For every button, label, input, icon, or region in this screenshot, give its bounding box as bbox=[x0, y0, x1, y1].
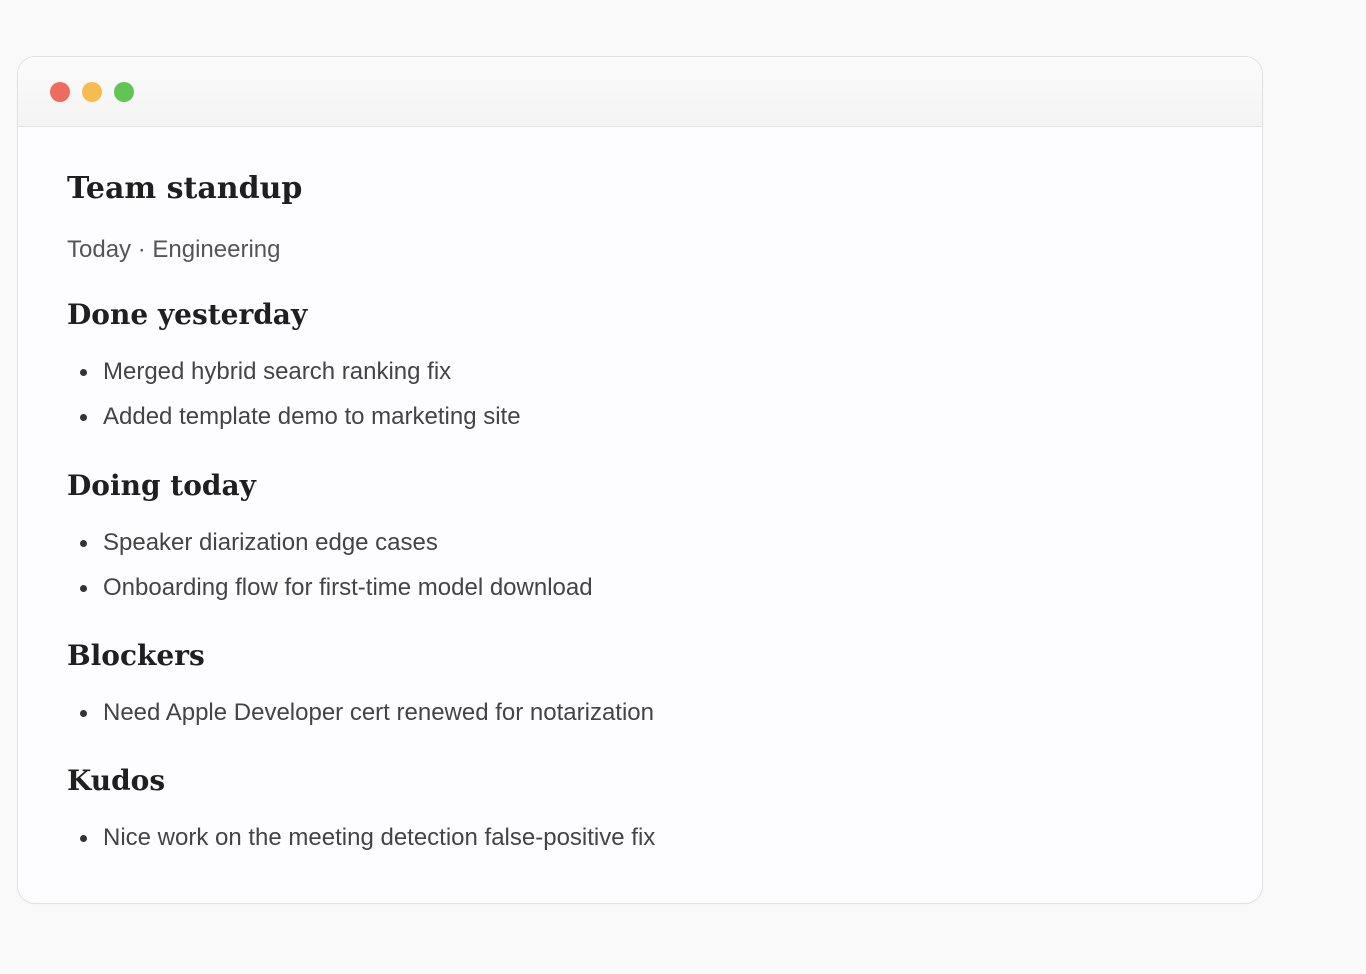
list-item-text: Speaker diarization edge cases bbox=[103, 529, 438, 556]
done-yesterday-item-2: Added template demo to marketing site bbox=[67, 402, 521, 447]
doing-today-item-1: Speaker diarization edge cases bbox=[67, 528, 593, 573]
done-yesterday-item-1: Merged hybrid search ranking fix bbox=[67, 357, 521, 402]
note-window: Team standup Today · Engineering Done ye… bbox=[17, 56, 1263, 904]
section-heading-done-yesterday: Done yesterday bbox=[67, 298, 308, 331]
note-meta: Today · Engineering bbox=[67, 236, 281, 263]
bullet-icon bbox=[80, 369, 87, 376]
doing-today-item-2: Onboarding flow for first-time model dow… bbox=[67, 573, 593, 618]
blockers-item-1: Need Apple Developer cert renewed for no… bbox=[67, 698, 654, 743]
zoom-window-button[interactable] bbox=[114, 82, 134, 102]
bullet-icon bbox=[80, 835, 87, 842]
note-title: Team standup bbox=[67, 171, 303, 206]
blockers-list: Need Apple Developer cert renewed for no… bbox=[67, 698, 654, 743]
bullet-icon bbox=[80, 414, 87, 421]
list-item-text: Nice work on the meeting detection false… bbox=[103, 824, 656, 851]
doing-today-list: Speaker diarization edge cases Onboardin… bbox=[67, 528, 593, 618]
list-item-text: Added template demo to marketing site bbox=[103, 403, 521, 430]
bullet-icon bbox=[80, 710, 87, 717]
list-item-text: Merged hybrid search ranking fix bbox=[103, 358, 452, 385]
section-heading-blockers: Blockers bbox=[67, 639, 205, 672]
section-heading-kudos: Kudos bbox=[67, 764, 166, 797]
section-heading-doing-today: Doing today bbox=[67, 469, 256, 502]
bullet-icon bbox=[80, 585, 87, 592]
list-item-text: Need Apple Developer cert renewed for no… bbox=[103, 699, 654, 726]
kudos-list: Nice work on the meeting detection false… bbox=[67, 823, 655, 868]
bullet-icon bbox=[80, 540, 87, 547]
done-yesterday-list: Merged hybrid search ranking fix Added t… bbox=[67, 357, 521, 447]
kudos-item-1: Nice work on the meeting detection false… bbox=[67, 823, 655, 868]
window-titlebar bbox=[18, 57, 1262, 127]
minimize-window-button[interactable] bbox=[82, 82, 102, 102]
close-window-button[interactable] bbox=[50, 82, 70, 102]
list-item-text: Onboarding flow for first-time model dow… bbox=[103, 574, 593, 601]
